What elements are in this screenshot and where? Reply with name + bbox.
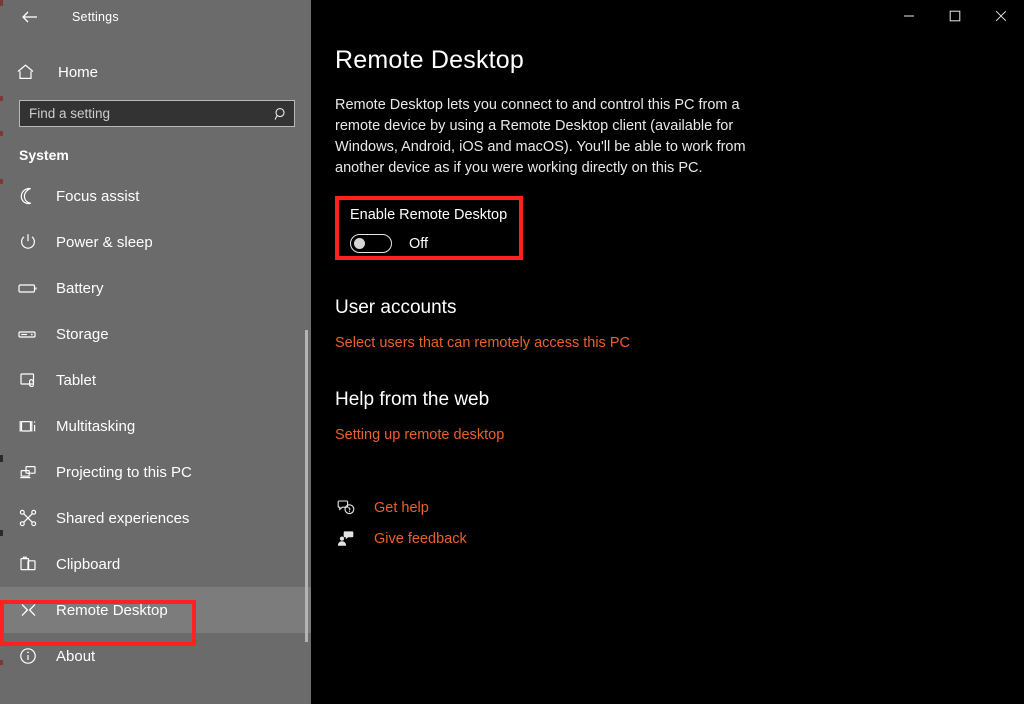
sidebar-item-clipboard[interactable]: Clipboard (0, 541, 311, 587)
info-icon (16, 647, 40, 665)
sidebar-item-label-home: Home (58, 64, 98, 81)
sidebar-item-label: Battery (56, 280, 104, 297)
sidebar-item-label: About (56, 648, 95, 665)
storage-icon (16, 327, 40, 341)
edge-mark (0, 179, 3, 184)
sidebar-item-about[interactable]: About (0, 633, 311, 679)
page-title: Remote Desktop (335, 46, 1024, 75)
enable-remote-desktop-toggle-row[interactable]: Off (350, 234, 519, 253)
maximize-button[interactable] (932, 0, 978, 32)
sidebar-item-projecting-to-this-pc[interactable]: Projecting to this PC (0, 449, 311, 495)
search-icon[interactable] (274, 107, 288, 121)
search-input[interactable] (29, 106, 274, 121)
give-feedback-row[interactable]: Give feedback (335, 523, 1024, 554)
sidebar-item-multitasking[interactable]: Multitasking (0, 403, 311, 449)
sidebar-titlebar: Settings (0, 0, 311, 34)
main-content: Remote Desktop Remote Desktop lets you c… (311, 0, 1024, 704)
footer-links: Get help Give feedback (335, 492, 1024, 554)
edge-mark (0, 0, 3, 6)
toggle-knob (354, 238, 365, 249)
sidebar-item-label: Tablet (56, 372, 96, 389)
sidebar-item-battery[interactable]: Battery (0, 265, 311, 311)
select-users-link[interactable]: Select users that can remotely access th… (335, 335, 630, 351)
sidebar-scrollbar-thumb[interactable] (305, 330, 308, 642)
settings-window: Settings Home System (0, 0, 1024, 704)
enable-remote-desktop-label: Enable Remote Desktop (350, 207, 519, 223)
projecting-icon (16, 464, 40, 481)
sidebar-item-label: Multitasking (56, 418, 135, 435)
sidebar-item-label: Remote Desktop (56, 602, 168, 619)
sidebar-section-title: System (19, 147, 311, 163)
minimize-button[interactable] (886, 0, 932, 32)
sidebar-item-remote-desktop[interactable]: Remote Desktop (0, 587, 311, 633)
share-icon (16, 509, 40, 527)
power-icon (16, 233, 40, 251)
get-help-label[interactable]: Get help (374, 500, 429, 516)
window-controls (886, 0, 1024, 32)
sidebar-item-label: Storage (56, 326, 109, 343)
remote-desktop-icon (16, 602, 40, 618)
sidebar-item-label: Projecting to this PC (56, 464, 192, 481)
sidebar-item-shared-experiences[interactable]: Shared experiences (0, 495, 311, 541)
edge-mark (0, 131, 3, 136)
content-body: Remote Desktop Remote Desktop lets you c… (311, 0, 1024, 554)
home-icon (16, 63, 42, 81)
sidebar-item-label: Shared experiences (56, 510, 189, 527)
sidebar-item-focus-assist[interactable]: Focus assist (0, 173, 311, 219)
edge-mark (0, 660, 3, 665)
setting-up-remote-desktop-link[interactable]: Setting up remote desktop (335, 427, 504, 443)
app-title: Settings (72, 10, 119, 24)
toggle-state-label: Off (409, 236, 428, 252)
sidebar-item-tablet[interactable]: Tablet (0, 357, 311, 403)
get-help-row[interactable]: Get help (335, 492, 1024, 523)
back-arrow-icon[interactable] (16, 4, 42, 30)
give-feedback-label[interactable]: Give feedback (374, 531, 467, 547)
page-description: Remote Desktop lets you connect to and c… (335, 95, 750, 179)
moon-icon (16, 187, 40, 205)
search-box[interactable] (19, 100, 295, 127)
sidebar-nav-list: Focus assist Power & sleep (0, 173, 311, 679)
give-feedback-icon (335, 530, 357, 547)
tablet-icon (16, 371, 40, 389)
sidebar-item-power-sleep[interactable]: Power & sleep (0, 219, 311, 265)
edge-mark (0, 530, 3, 536)
sidebar-item-home[interactable]: Home (0, 54, 311, 90)
sidebar-item-label: Power & sleep (56, 234, 153, 251)
battery-icon (16, 281, 40, 295)
help-from-the-web-heading: Help from the web (335, 389, 1024, 411)
sidebar-item-label: Focus assist (56, 188, 139, 205)
sidebar: Settings Home System (0, 0, 311, 704)
sidebar-item-label: Clipboard (56, 556, 120, 573)
sidebar-item-storage[interactable]: Storage (0, 311, 311, 357)
multitasking-icon (16, 418, 40, 435)
clipboard-icon (16, 555, 40, 573)
enable-remote-desktop-toggle[interactable] (350, 234, 392, 253)
user-accounts-heading: User accounts (335, 297, 1024, 319)
get-help-icon (335, 499, 357, 516)
edge-mark (0, 455, 3, 462)
close-button[interactable] (978, 0, 1024, 32)
enable-remote-desktop-section: Enable Remote Desktop Off (335, 196, 523, 260)
edge-mark (0, 96, 3, 101)
